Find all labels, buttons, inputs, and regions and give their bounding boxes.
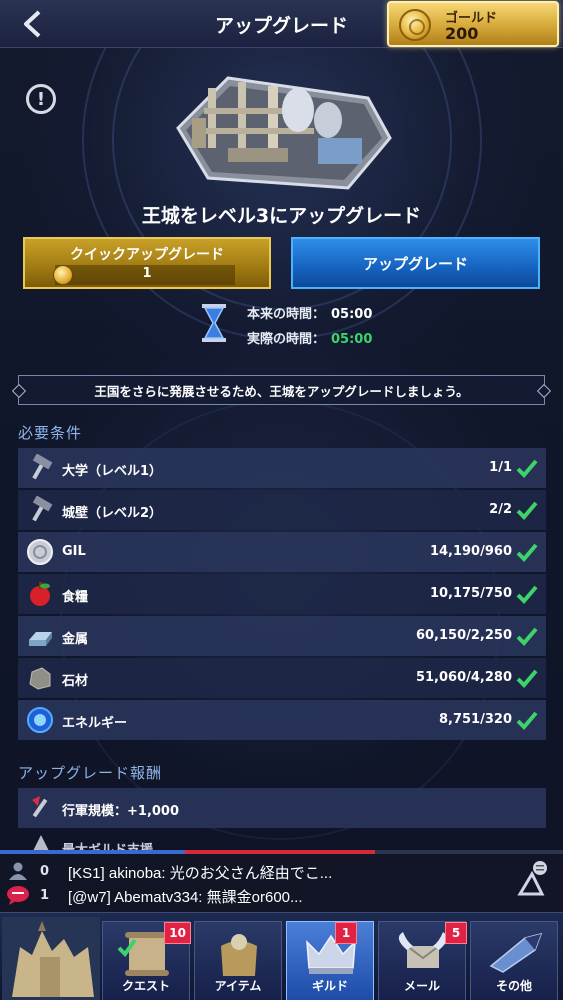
original-time-row: 本来の時間： 05:00 [247, 303, 372, 322]
gold-coin-icon [399, 9, 431, 41]
requirement-name: 食糧 [62, 590, 89, 605]
apple-icon [30, 582, 50, 606]
quest-badge: 10 [164, 922, 191, 944]
top-bar: アップグレード ゴールド 200 [0, 0, 563, 48]
info-icon[interactable]: ! [26, 84, 56, 114]
rewards-heading: アップグレード報酬 [18, 764, 163, 782]
requirement-row: 石材 51,060/4,280 [18, 658, 546, 698]
reward-row: 行軍規模：+1,000 [18, 788, 546, 828]
original-time-value: 05:00 [331, 307, 373, 322]
bottom-navigation: 10 クエスト アイテム 1 ギルド 5 メール その他 [0, 912, 563, 1000]
nav-item[interactable]: アイテム [194, 921, 282, 1000]
nav-other[interactable]: その他 [470, 921, 558, 1000]
requirement-value: 51,060/4,280 [415, 670, 512, 685]
requirement-name: エネルギー [62, 716, 128, 731]
actual-time-value: 05:00 [331, 332, 373, 347]
requirement-name: 金属 [62, 632, 89, 647]
requirement-row: GIL 14,190/960 [18, 532, 546, 572]
gold-balance[interactable]: ゴールド 200 [387, 1, 559, 47]
actual-time-label: 実際の時間： [247, 332, 326, 347]
checkmark-icon [516, 501, 538, 520]
checkmark-icon [516, 459, 538, 478]
requirement-name: GIL [62, 544, 86, 559]
nav-mail[interactable]: 5 メール [378, 921, 467, 1000]
actual-time-row: 実際の時間： 05:00 [247, 328, 372, 347]
chat-progress-bar [0, 850, 563, 854]
checkmark-icon [516, 627, 538, 646]
gil-coin-icon [27, 539, 53, 565]
world-map-icon[interactable] [516, 860, 552, 898]
online-user-count: 0 [40, 864, 50, 879]
winged-mail-icon [398, 932, 448, 968]
reward-row: 最大ギルド支援 [18, 832, 546, 852]
requirement-name: 城壁（レベル2） [62, 506, 163, 521]
requirement-row: エネルギー 8,751/320 [18, 700, 546, 740]
quick-upgrade-button[interactable]: クイックアップグレード 1 [23, 237, 271, 289]
requirement-value: 1/1 [489, 460, 512, 475]
chat-bubble-icon [7, 886, 29, 905]
checkmark-icon [516, 543, 538, 562]
user-icon [9, 862, 27, 880]
checkmark-icon [516, 669, 538, 688]
march-icon [32, 796, 48, 818]
chat-message: [@w7] Abematv334: 無課金or600... [68, 889, 303, 906]
requirements-heading: 必要条件 [18, 424, 83, 442]
chat-panel[interactable]: 0 [KS1] akinoba: 光のお父さん経由でこ... 1 [@w7] A… [0, 850, 563, 912]
nav-guild-label: ギルド [311, 979, 348, 993]
hourglass-icon [202, 304, 226, 342]
nav-mail-label: メール [403, 979, 440, 993]
requirement-value: 60,150/2,250 [415, 628, 512, 643]
nav-quest-label: クエスト [121, 979, 170, 993]
quick-upgrade-label: クイックアップグレード [70, 247, 224, 263]
reward-name: 行軍規模：+1,000 [62, 804, 180, 819]
checkmark-icon [516, 585, 538, 604]
mail-badge: 5 [445, 922, 467, 944]
gold-value: 200 [445, 24, 479, 43]
nav-item-label: アイテム [214, 979, 262, 993]
requirement-value: 10,175/750 [429, 586, 512, 601]
requirement-row: 大学（レベル1） 1/1 [18, 448, 546, 488]
info-banner: 王国をさらに発展させるため、王城をアップグレードしましょう。 [18, 375, 545, 405]
metal-ingot-icon [29, 632, 52, 646]
castle-building-image [176, 76, 392, 190]
checkmark-icon [516, 711, 538, 730]
upgrade-heading: 王城をレベル3にアップグレード [141, 205, 422, 227]
castle-home-button[interactable] [2, 917, 100, 1000]
arrow-blade-icon [489, 932, 543, 973]
requirement-value: 2/2 [489, 502, 512, 517]
item-bag-icon [221, 934, 257, 976]
upgrade-button[interactable]: アップグレード [291, 237, 540, 289]
requirement-name: 大学（レベル1） [62, 464, 163, 479]
original-time-label: 本来の時間： [247, 307, 326, 322]
unread-message-count: 1 [40, 888, 50, 903]
hammer-icon [32, 454, 53, 480]
requirement-row: 城壁（レベル2） 2/2 [18, 490, 546, 530]
hammer-icon [32, 496, 53, 522]
chat-message: [KS1] akinoba: 光のお父さん経由でこ... [68, 865, 333, 882]
stone-icon [29, 667, 51, 690]
requirement-row: 食糧 10,175/750 [18, 574, 546, 614]
requirement-value: 14,190/960 [429, 544, 512, 559]
requirement-name: 石材 [62, 674, 89, 689]
energy-orb-icon [27, 707, 53, 733]
requirement-row: 金属 60,150/2,250 [18, 616, 546, 656]
nav-other-label: その他 [495, 979, 532, 993]
nav-guild[interactable]: 1 ギルド [286, 921, 374, 1000]
requirement-value: 8,751/320 [438, 712, 512, 727]
guild-badge: 1 [335, 922, 357, 944]
quick-upgrade-cost: 1 [142, 266, 152, 281]
nav-quest[interactable]: 10 クエスト [102, 921, 191, 1000]
